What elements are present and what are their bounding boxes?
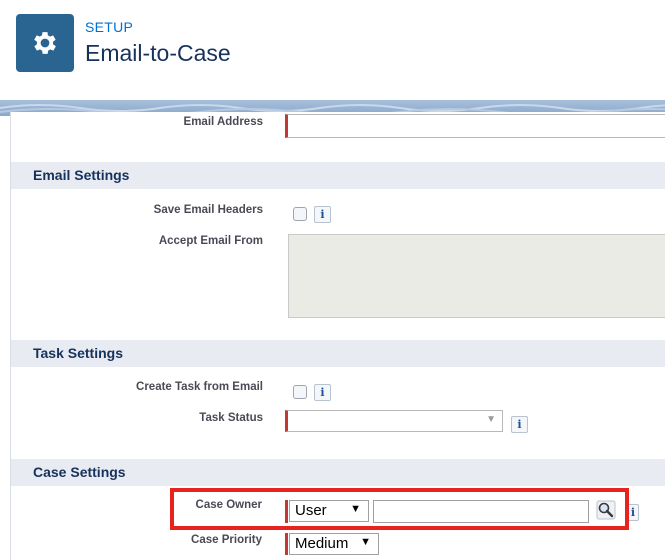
section-case-settings: Case Settings <box>11 459 665 486</box>
info-icon[interactable]: i <box>314 206 331 223</box>
info-icon[interactable]: i <box>314 384 331 401</box>
case-priority-label: Case Priority <box>191 534 262 546</box>
chevron-down-icon: ▼ <box>486 414 496 425</box>
section-email-settings: Email Settings <box>11 162 665 189</box>
email-address-label: Email Address <box>183 116 263 128</box>
gear-icon <box>34 32 56 54</box>
save-email-headers-checkbox[interactable] <box>293 207 307 221</box>
task-status-label: Task Status <box>199 412 263 424</box>
case-priority-value: Medium <box>295 535 349 552</box>
breadcrumb-setup[interactable]: SETUP <box>85 19 133 35</box>
save-email-headers-label: Save Email Headers <box>153 204 263 216</box>
chevron-down-icon: ▼ <box>360 536 371 548</box>
case-priority-select[interactable]: Medium ▼ <box>289 533 379 555</box>
accept-email-from-label: Accept Email From <box>158 235 263 247</box>
setup-icon-tile <box>16 14 74 72</box>
section-task-settings: Task Settings <box>11 340 665 367</box>
create-task-checkbox[interactable] <box>293 385 307 399</box>
required-indicator <box>285 533 288 555</box>
page-title: Email-to-Case <box>85 40 231 66</box>
page-header: SETUP Email-to-Case <box>0 0 665 100</box>
info-icon[interactable]: i <box>511 416 528 433</box>
task-status-select[interactable]: ▼ <box>285 410 503 432</box>
email-address-input[interactable] <box>285 114 665 138</box>
create-task-label: Create Task from Email <box>136 381 263 393</box>
accept-email-from-textarea[interactable] <box>288 234 665 318</box>
highlight-annotation-box <box>170 488 629 530</box>
